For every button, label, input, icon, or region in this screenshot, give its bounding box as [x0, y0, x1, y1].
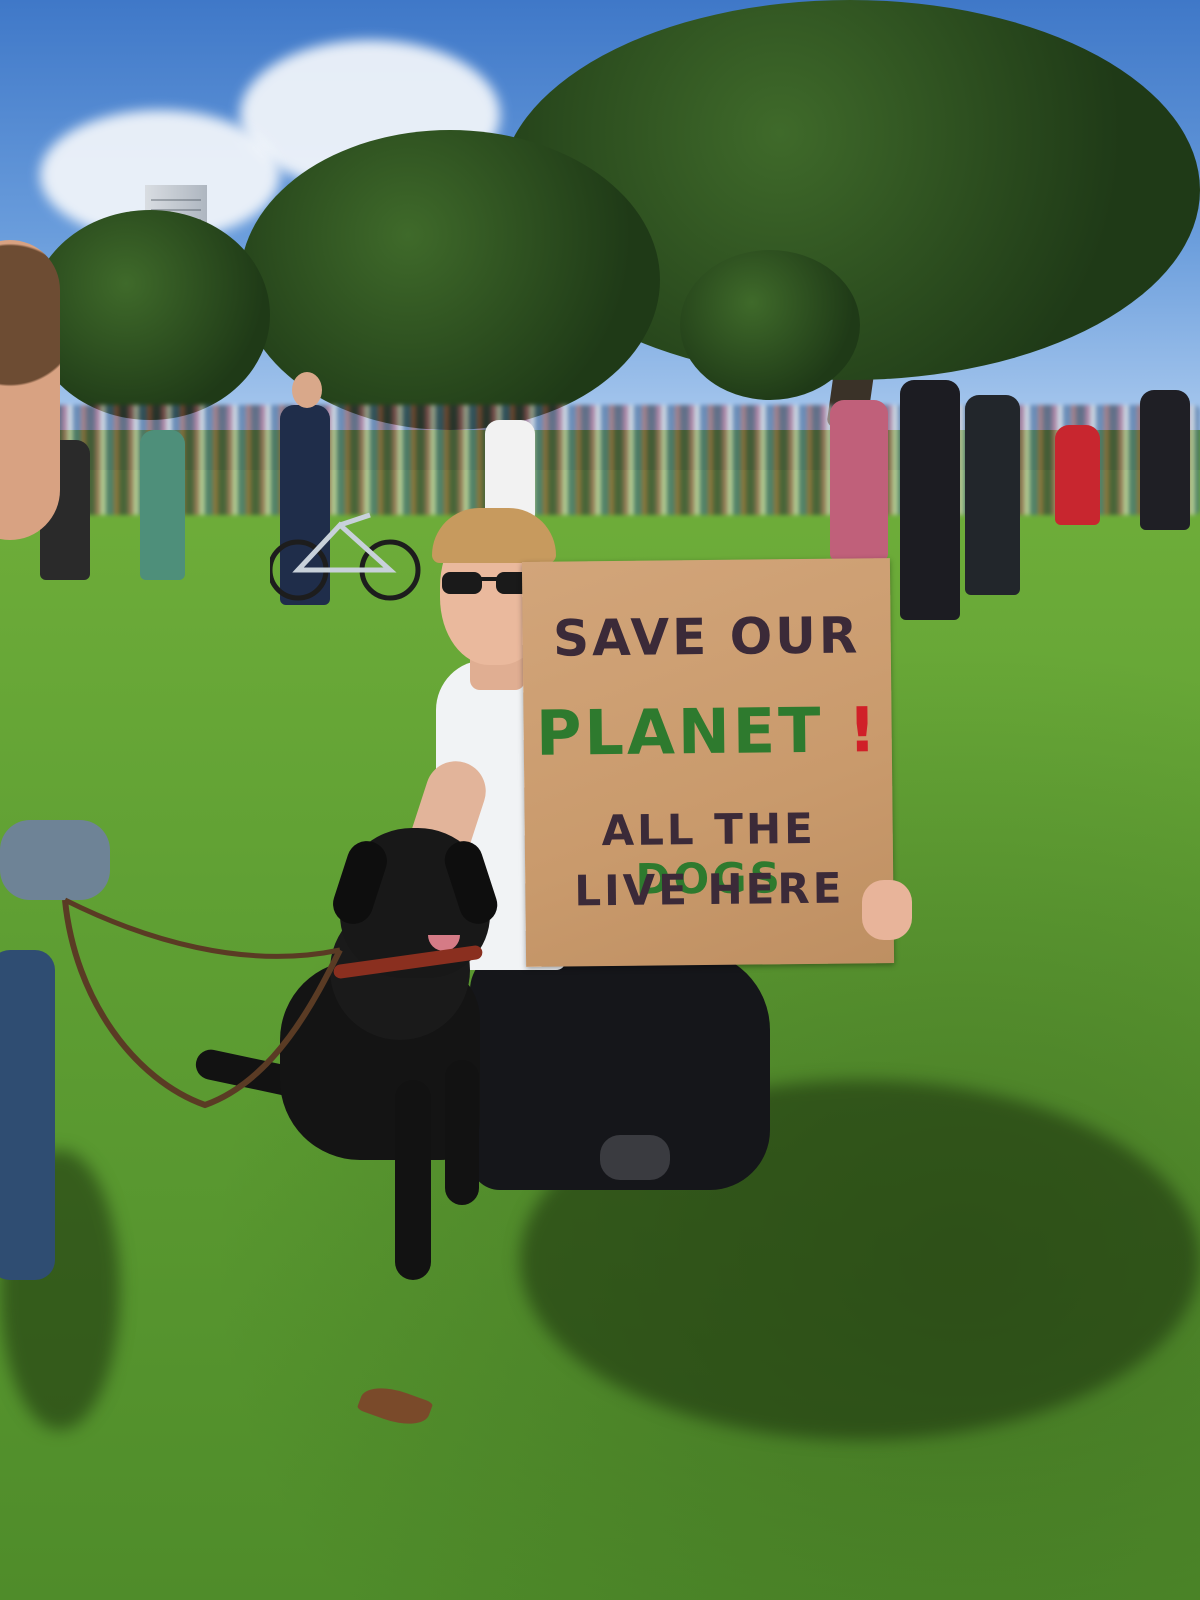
- hand: [862, 880, 912, 940]
- park-scene: SAVE OUR PLANET ! ALL THE DOGS LIVE HERE: [0, 0, 1200, 1600]
- protest-sign: SAVE OUR PLANET ! ALL THE DOGS LIVE HERE: [521, 558, 895, 967]
- sign-line-4: LIVE HERE: [574, 863, 845, 916]
- dog-leg: [395, 1080, 431, 1280]
- bag: [0, 950, 55, 1280]
- tree: [680, 250, 860, 400]
- sign-exclamation: !: [847, 693, 880, 767]
- sign-word-planet: PLANET: [535, 693, 824, 770]
- sign-line-1: SAVE OUR: [552, 606, 861, 668]
- dog-leg: [445, 1060, 479, 1205]
- person-walking: [140, 430, 185, 580]
- person-standing: [830, 400, 888, 560]
- bicycle: [270, 512, 421, 601]
- person-walking: [485, 420, 535, 520]
- person-standing: [900, 380, 960, 620]
- tree: [30, 210, 270, 420]
- leash: [62, 897, 343, 1109]
- child: [1055, 425, 1100, 525]
- person-head: [292, 372, 322, 408]
- shoe: [600, 1135, 670, 1180]
- sign-line-2: PLANET !: [523, 693, 892, 770]
- sign-text-all-the: ALL THE: [601, 803, 817, 856]
- crowd: [20, 405, 1200, 515]
- partial-person-left: [0, 240, 60, 540]
- person-standing: [1140, 390, 1190, 530]
- person-standing: [965, 395, 1020, 595]
